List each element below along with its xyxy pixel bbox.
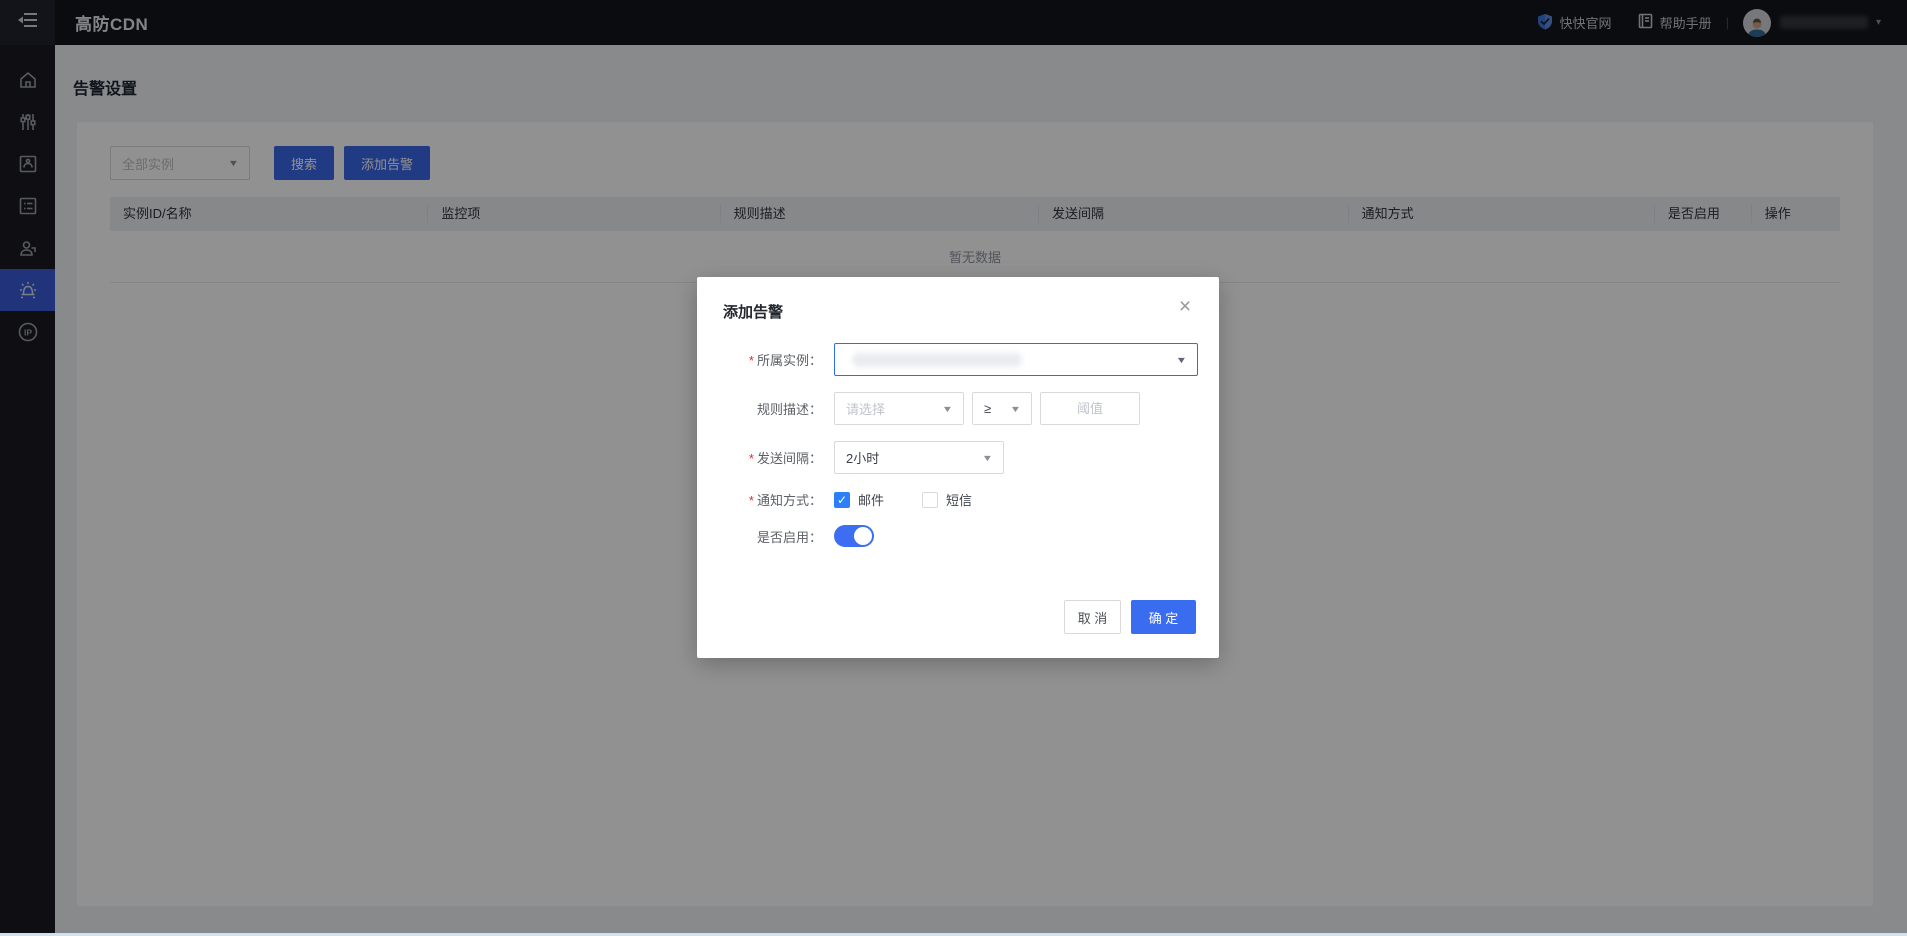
- chevron-down-icon: ▼: [1176, 355, 1188, 365]
- chevron-down-icon: ▼: [982, 453, 994, 463]
- modal-footer: 取 消 确 定: [1064, 600, 1196, 634]
- confirm-button[interactable]: 确 定: [1131, 600, 1196, 634]
- chevron-down-icon: ▼: [942, 404, 954, 414]
- interval-select[interactable]: 2小时 ▼: [834, 441, 1004, 474]
- rule-operator-value: ≥: [984, 401, 991, 416]
- email-checkbox[interactable]: ✓: [834, 492, 850, 508]
- enable-toggle[interactable]: [834, 525, 874, 547]
- rule-metric-placeholder: 请选择: [846, 399, 885, 418]
- rule-metric-select[interactable]: 请选择 ▼: [834, 392, 964, 425]
- instance-label: *所属实例：: [697, 350, 834, 369]
- enable-field-row: 是否启用：: [697, 525, 1219, 547]
- rule-field-row: 规则描述： 请选择 ▼ ≥ ▼: [697, 392, 1219, 425]
- notify-field-row: *通知方式： ✓ 邮件 短信: [697, 490, 1219, 509]
- instance-value-redacted: [852, 353, 1022, 367]
- email-checkbox-label: 邮件: [858, 490, 884, 509]
- threshold-input[interactable]: [1040, 392, 1140, 425]
- enable-label: 是否启用：: [697, 527, 834, 546]
- instance-field-row: *所属实例： ▼: [697, 343, 1219, 376]
- interval-label: *发送间隔：: [697, 448, 834, 467]
- notify-sms-option: 短信: [922, 490, 972, 509]
- required-marker: *: [749, 493, 754, 508]
- interval-field-row: *发送间隔： 2小时 ▼: [697, 441, 1219, 474]
- close-icon[interactable]: ×: [1171, 293, 1199, 321]
- add-alert-form: *所属实例： ▼ 规则描述： 请选择 ▼ ≥ ▼ *发送间隔： 2小时: [697, 343, 1219, 563]
- chevron-down-icon: ▼: [1010, 404, 1022, 414]
- sms-checkbox-label: 短信: [946, 490, 972, 509]
- rule-operator-select[interactable]: ≥ ▼: [972, 392, 1032, 425]
- notify-email-option: ✓ 邮件: [834, 490, 884, 509]
- modal-title: 添加告警: [723, 301, 783, 322]
- instance-select[interactable]: ▼: [834, 343, 1198, 376]
- sms-checkbox[interactable]: [922, 492, 938, 508]
- interval-value: 2小时: [846, 448, 879, 467]
- cancel-button[interactable]: 取 消: [1064, 600, 1121, 634]
- add-alert-modal: 添加告警 × *所属实例： ▼ 规则描述： 请选择 ▼ ≥ ▼ *发送间: [697, 277, 1219, 658]
- rule-label: 规则描述：: [697, 399, 834, 418]
- notify-label: *通知方式：: [697, 490, 834, 509]
- toggle-knob: [854, 527, 872, 545]
- required-marker: *: [749, 353, 754, 368]
- required-marker: *: [749, 451, 754, 466]
